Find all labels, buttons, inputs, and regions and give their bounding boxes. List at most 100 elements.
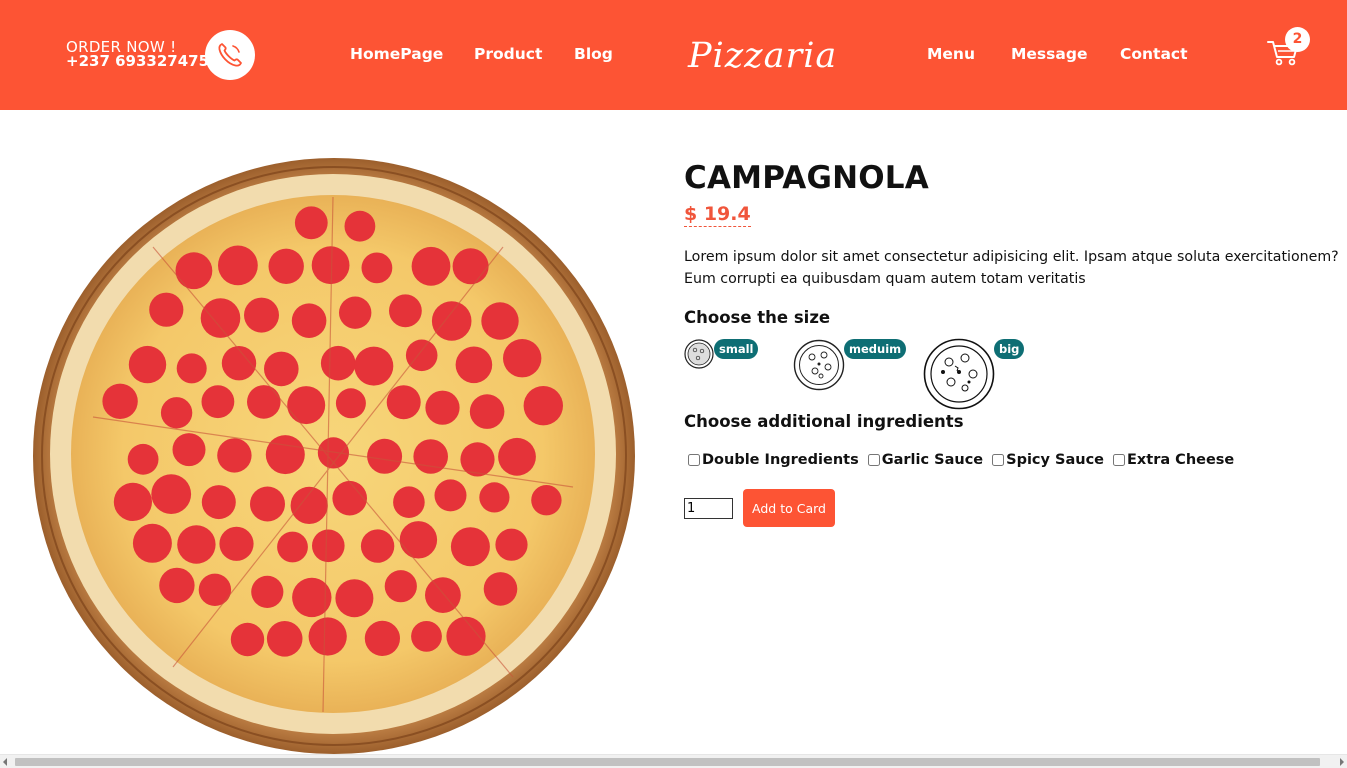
size-big-option[interactable] (923, 338, 995, 414)
pepperoni-slice (498, 437, 536, 476)
horizontal-scrollbar[interactable] (0, 754, 1347, 768)
ingredient-double[interactable]: Double Ingredients (688, 452, 859, 468)
pepperoni-slice (244, 297, 279, 333)
ingredient-double-checkbox[interactable] (688, 454, 700, 466)
pepperoni-slice (290, 486, 328, 524)
pepperoni-slice (128, 345, 167, 384)
pepperoni-slice (339, 296, 372, 329)
pepperoni-slice (251, 575, 284, 608)
size-medium-option[interactable] (793, 339, 845, 395)
pepperoni-slice (172, 433, 206, 467)
big-pizza-icon (923, 338, 995, 410)
pepperoni-slice (452, 248, 489, 285)
nav-product[interactable]: Product (474, 45, 542, 63)
phone-number[interactable]: +237 693327475 (66, 54, 209, 69)
pepperoni-slice (344, 210, 376, 242)
scroll-left-arrow-icon[interactable] (3, 758, 7, 766)
pepperoni-slice (389, 294, 422, 328)
ingredients-heading: Choose additional ingredients (684, 412, 964, 431)
pepperoni-slice (264, 351, 299, 387)
pepperoni-slice (425, 390, 460, 425)
pepperoni-slice (479, 482, 510, 513)
pepperoni-slice (332, 480, 368, 516)
pepperoni-slice (102, 383, 138, 419)
ingredient-spicy-sauce-label: Spicy Sauce (1006, 452, 1104, 468)
nav-contact[interactable]: Contact (1120, 45, 1188, 63)
order-now-block: ORDER NOW ! +237 693327475 (66, 40, 209, 69)
site-header: ORDER NOW ! +237 693327475 HomePage Prod… (0, 0, 1347, 110)
ingredient-spicy-sauce[interactable]: Spicy Sauce (992, 452, 1104, 468)
pepperoni-slice (127, 443, 159, 475)
pepperoni-slice (268, 248, 304, 284)
pepperoni-slice (159, 567, 195, 604)
pepperoni-slice (481, 302, 519, 340)
nav-menu[interactable]: Menu (927, 45, 975, 63)
scrollbar-thumb[interactable] (15, 758, 1320, 766)
site-logo[interactable]: Pizzaria (688, 36, 837, 76)
pepperoni-slice (219, 526, 254, 561)
pepperoni-slice (149, 292, 184, 327)
pepperoni-slice (177, 525, 216, 564)
pepperoni-slice (354, 346, 394, 386)
size-small-option[interactable] (684, 339, 714, 373)
pepperoni-slice (247, 385, 281, 419)
pepperoni-slice (335, 388, 366, 419)
ingredient-garlic-sauce-checkbox[interactable] (867, 454, 880, 466)
pepperoni-slice (393, 486, 425, 518)
pepperoni-slice (320, 345, 356, 381)
phone-icon (218, 43, 242, 67)
pepperoni-slice (399, 521, 438, 559)
pepperoni-slice (431, 301, 472, 341)
pepperoni-slice (266, 621, 303, 657)
pepperoni-slice (523, 386, 563, 426)
cart-count-badge: 2 (1285, 27, 1310, 52)
phone-button[interactable] (205, 30, 255, 80)
pepperoni-slice (160, 397, 193, 429)
nav-homepage[interactable]: HomePage (350, 45, 443, 63)
size-small-badge[interactable]: small (714, 339, 759, 359)
ingredient-extra-cheese-checkbox[interactable] (1113, 454, 1125, 466)
ingredient-garlic-sauce[interactable]: Garlic Sauce (867, 452, 984, 468)
scroll-right-arrow-icon[interactable] (1340, 758, 1344, 766)
ingredient-extra-cheese[interactable]: Extra Cheese (1113, 452, 1234, 468)
pepperoni-slice (198, 573, 232, 606)
pizza-image (33, 158, 635, 754)
pepperoni-slice (217, 438, 252, 473)
pepperoni-slice (113, 482, 152, 521)
ingredient-spicy-sauce-checkbox[interactable] (992, 454, 1005, 466)
add-to-card-button[interactable]: Add to Card (743, 489, 835, 527)
pepperoni-slice (201, 485, 236, 520)
ingredients-list: Double Ingredients Garlic Sauce Spicy Sa… (688, 452, 1243, 468)
pepperoni-slice (311, 246, 350, 285)
pepperoni-slice (265, 435, 305, 475)
pepperoni-slice (294, 206, 328, 240)
pepperoni-slice (386, 385, 421, 420)
ingredient-double-label: Double Ingredients (702, 452, 859, 468)
pepperoni-slice (250, 486, 285, 522)
pepperoni-slice (384, 570, 417, 603)
pepperoni-slice (367, 438, 403, 474)
small-pizza-icon (684, 339, 714, 369)
quantity-input[interactable] (684, 498, 733, 519)
medium-pizza-icon (793, 339, 845, 391)
size-heading: Choose the size (684, 308, 831, 327)
product-price: $ 19.4 (684, 203, 751, 227)
pepperoni-slice (132, 523, 172, 563)
pepperoni-slice (312, 529, 345, 563)
nav-blog[interactable]: Blog (574, 45, 613, 63)
size-big-badge[interactable]: big (994, 339, 1025, 359)
pepperoni-slice (531, 485, 562, 516)
nav-message[interactable]: Message (1011, 45, 1087, 63)
size-medium-badge[interactable]: meduim (844, 339, 907, 359)
pepperoni-slice (151, 474, 192, 514)
pepperoni-slice (176, 353, 207, 384)
pepperoni-slice (364, 620, 400, 656)
pepperoni-slice (411, 621, 442, 652)
pepperoni-slice (446, 616, 486, 656)
pepperoni-slice (450, 527, 490, 567)
ingredient-garlic-sauce-label: Garlic Sauce (881, 452, 984, 468)
pepperoni-slice (405, 339, 438, 372)
pepperoni-slice (287, 386, 326, 425)
pepperoni-slice (277, 531, 308, 563)
pepperoni-slice (483, 572, 518, 606)
